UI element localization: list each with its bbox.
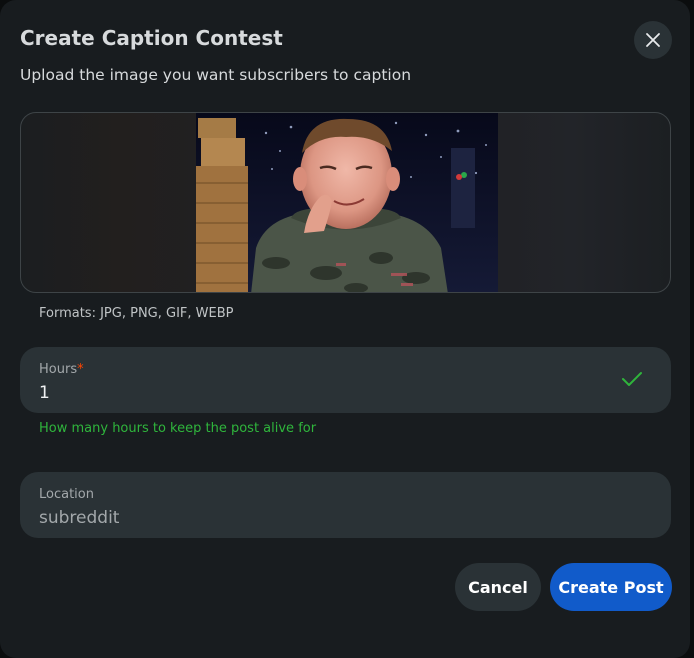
- image-upload-area[interactable]: [20, 112, 671, 293]
- location-input-placeholder[interactable]: subreddit: [39, 508, 119, 528]
- create-caption-contest-dialog: Create Caption Contest Upload the image …: [0, 0, 690, 658]
- required-marker: *: [77, 362, 84, 377]
- hours-input-value[interactable]: 1: [39, 383, 50, 403]
- hours-helper-text: How many hours to keep the post alive fo…: [39, 421, 317, 436]
- create-post-button[interactable]: Create Post: [550, 563, 672, 611]
- dialog-subtitle: Upload the image you want subscribers to…: [20, 66, 412, 84]
- location-label: Location: [39, 487, 94, 502]
- formats-hint: Formats: JPG, PNG, GIF, WEBP: [39, 306, 234, 321]
- hours-field[interactable]: Hours* 1: [20, 347, 671, 413]
- dialog-title: Create Caption Contest: [20, 26, 283, 50]
- location-field[interactable]: Location subreddit: [20, 472, 671, 538]
- hours-label: Hours*: [39, 362, 84, 377]
- close-button[interactable]: [634, 21, 672, 59]
- uploaded-image-preview: [196, 113, 498, 292]
- cancel-button[interactable]: Cancel: [455, 563, 541, 611]
- checkmark-icon: [622, 372, 642, 386]
- close-icon: [646, 33, 660, 47]
